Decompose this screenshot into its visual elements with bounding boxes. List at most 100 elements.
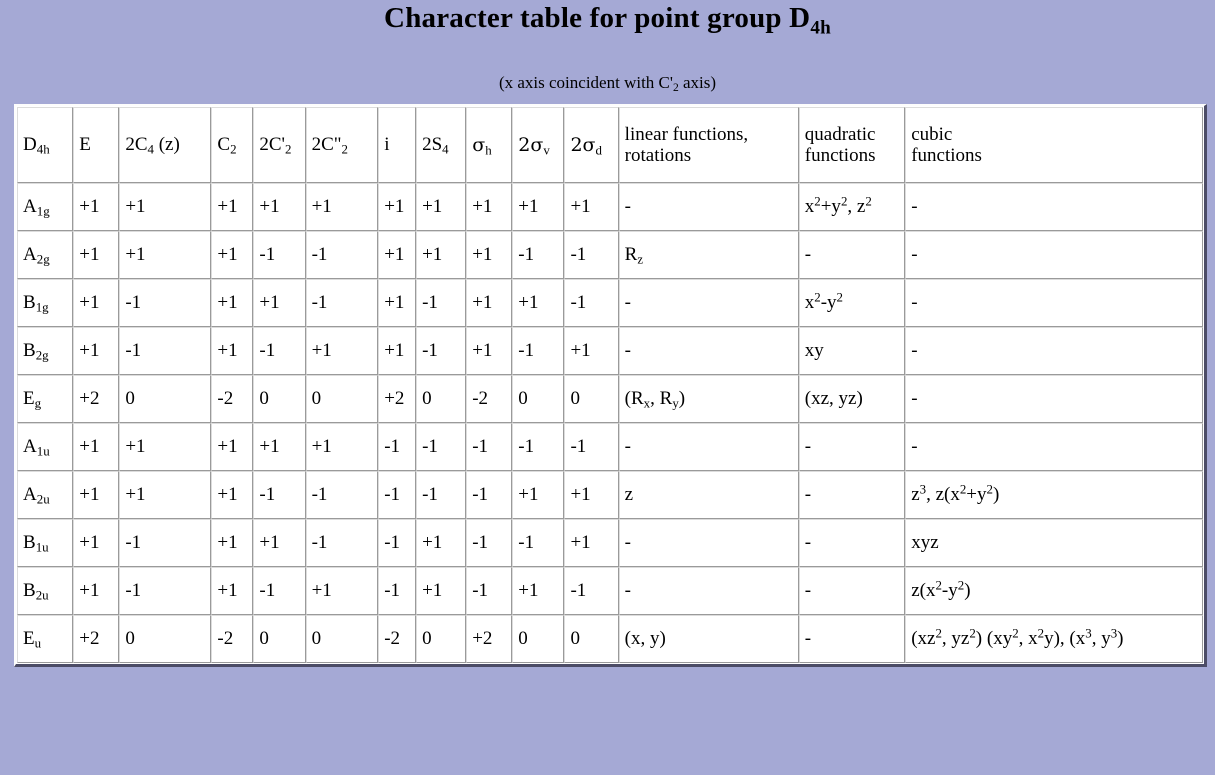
character-value: +1	[305, 423, 379, 472]
linear-functions-cell: -	[618, 327, 799, 376]
character-value: +1	[253, 183, 306, 232]
page-subtitle: (x axis coincident with C'2 axis)	[0, 35, 1215, 94]
character-value: 0	[512, 615, 565, 664]
symbol-subscript: 1g	[35, 299, 49, 315]
quadratic-functions-cell: -	[798, 567, 906, 616]
irreducible-representation-label: Eu	[17, 615, 74, 664]
character-value: -1	[119, 567, 212, 616]
header-subscript: 4h	[36, 141, 50, 157]
character-value: +1	[305, 567, 379, 616]
page-subtitle-after: axis)	[678, 73, 717, 93]
character-value: +1	[119, 231, 212, 280]
header-base: 2S	[422, 134, 443, 156]
linear-functions-cell: -	[618, 567, 799, 616]
character-table-frame: D4h E 2C4 (z) C2 2C'2 2C"2 i 2S4 σh 2σv 2σd linear …	[14, 104, 1207, 668]
character-value: -1	[564, 279, 619, 328]
character-value: +1	[73, 519, 120, 568]
character-value: +2	[378, 375, 417, 424]
column-header-operation-3: C2	[211, 107, 254, 184]
character-value: +1	[253, 279, 306, 328]
character-value: +2	[73, 375, 120, 424]
symbol-base: A	[23, 436, 37, 458]
character-value: -1	[119, 279, 212, 328]
symbol-subscript: 2g	[36, 251, 50, 267]
character-value: +1	[466, 279, 513, 328]
column-header-operation-6: i	[378, 107, 417, 184]
table-row: B1g +1 -1 +1 +1 -1 +1 -1 +1 +1 -1- x2-y2-	[17, 279, 1203, 328]
cubic-functions-cell: -	[905, 375, 1203, 424]
quadratic-functions-cell: -	[798, 519, 906, 568]
table-row: B2u +1 -1 +1 -1 +1 -1 +1 -1 +1 -1- - z(x2-y2)	[17, 567, 1203, 616]
symbol-subscript: 1u	[35, 539, 49, 555]
linear-functions-cell: -	[618, 279, 799, 328]
table-row: Eg +2 0 -2 0 0 +2 0 -2 0 0 (Rx, Ry) (xz, yz) -	[17, 375, 1203, 424]
character-value: +1	[466, 183, 513, 232]
character-value: +1	[305, 327, 379, 376]
irreducible-representation-label: A2u	[17, 471, 74, 520]
header-base: C	[217, 134, 231, 156]
column-header-operation-4: 2C'2	[253, 107, 306, 184]
character-value: 0	[305, 615, 379, 664]
character-value: -1	[305, 279, 379, 328]
linear-functions-cell: -	[618, 183, 799, 232]
column-header-operation-7: 2S4	[416, 107, 467, 184]
symbol-subscript: 2u	[35, 587, 49, 603]
symbol-subscript: u	[34, 635, 42, 651]
character-value: +1	[211, 519, 254, 568]
character-value: -1	[253, 231, 306, 280]
irreducible-representation-label: Eg	[17, 375, 74, 424]
symbol-base: A	[23, 244, 37, 266]
character-value: +1	[211, 183, 254, 232]
character-value: -1	[466, 471, 513, 520]
quadratic-functions-cell: -	[798, 231, 906, 280]
symbol-base: E	[23, 388, 35, 410]
character-value: -1	[378, 471, 417, 520]
character-value: -1	[512, 423, 565, 472]
character-value: +1	[253, 519, 306, 568]
table-row: B1u +1 -1 +1 +1 -1 -1 +1 -1 -1 +1- - xyz	[17, 519, 1203, 568]
irreducible-representation-label: B1u	[17, 519, 74, 568]
character-value: +1	[378, 231, 417, 280]
header-subscript: 2	[284, 141, 292, 157]
header-subscript: 2	[230, 141, 237, 157]
character-value: +1	[119, 423, 212, 472]
character-value: -1	[416, 471, 467, 520]
character-value: -1	[416, 327, 467, 376]
character-value: +1	[564, 327, 619, 376]
character-value: +1	[211, 471, 254, 520]
cubic-functions-cell: xyz	[905, 519, 1203, 568]
cubic-functions-cell: -	[905, 327, 1203, 376]
symbol-subscript: 1g	[36, 203, 50, 219]
header-subscript: 4	[442, 141, 449, 157]
irreducible-representation-label: A1u	[17, 423, 74, 472]
character-value: +1	[73, 183, 120, 232]
character-table-body: A1g +1 +1 +1 +1 +1 +1 +1 +1 +1 +1- x2+y2, z2- A2g +1 +…	[17, 183, 1203, 664]
character-value: +1	[73, 423, 120, 472]
character-value: 0	[305, 375, 379, 424]
character-value: +1	[512, 279, 565, 328]
header-base: 2σ	[518, 133, 544, 156]
character-value: 0	[253, 615, 306, 664]
character-value: -1	[564, 231, 619, 280]
character-value: -1	[378, 519, 417, 568]
symbol-subscript: 2g	[35, 347, 49, 363]
column-header-operation-8: σh	[466, 107, 513, 184]
character-value: 0	[512, 375, 565, 424]
character-value: -1	[378, 423, 417, 472]
header-base: σ	[472, 133, 486, 156]
column-header-operation-2: 2C4 (z)	[119, 107, 212, 184]
irreducible-representation-label: B2g	[17, 327, 74, 376]
linear-functions-cell: (x, y)	[618, 615, 799, 664]
character-value: -2	[211, 615, 254, 664]
character-table-header: D4h E 2C4 (z) C2 2C'2 2C"2 i 2S4 σh 2σv 2σd linear …	[17, 107, 1203, 184]
header-suffix: (z)	[153, 134, 180, 156]
character-value: +1	[564, 519, 619, 568]
character-value: -1	[564, 423, 619, 472]
symbol-subscript: 2u	[36, 491, 50, 507]
quadratic-functions-cell: x2+y2, z2	[798, 183, 906, 232]
character-value: -1	[253, 567, 306, 616]
character-value: +1	[416, 231, 467, 280]
character-value: +1	[73, 567, 120, 616]
character-value: -1	[305, 231, 379, 280]
character-value: 0	[253, 375, 306, 424]
